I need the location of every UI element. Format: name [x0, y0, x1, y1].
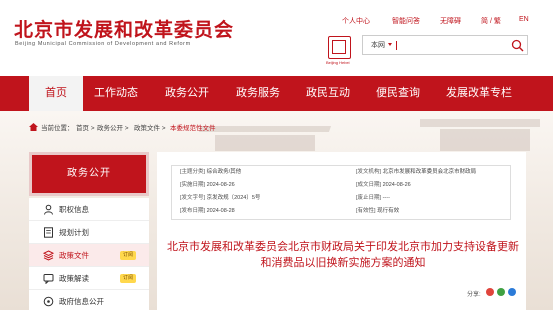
nav-item-work-news[interactable]: 工作动态 [94, 76, 138, 111]
meta-row: [发布日期] 2024-08-28 [有效性] 现行有效 [172, 206, 512, 217]
seal-caption: Beijing Hebei [326, 60, 350, 65]
wechat-icon[interactable] [497, 288, 505, 296]
meta-label: [发布日期] [180, 208, 206, 214]
breadcrumb-gov-affairs[interactable]: 政务公开 > [97, 122, 129, 132]
top-links: 个人中心 智能问答 无障碍 简 / 繁 EN [0, 16, 553, 28]
subscribe-badge[interactable]: 订阅 [120, 274, 137, 283]
search-icon[interactable] [511, 39, 524, 52]
nav-item-lookup[interactable]: 便民查询 [376, 76, 420, 111]
meta-value: 现行有效 [377, 208, 400, 214]
site-subtitle: Beijing Municipal Commission of Developm… [15, 41, 191, 47]
sidebar-item-gov-info[interactable]: 政府信息公开 [29, 290, 149, 310]
breadcrumb-policy-docs[interactable]: 政策文件 > [134, 122, 166, 132]
nav-item-interaction[interactable]: 政民互动 [306, 76, 350, 111]
meta-label: [发文机构] [356, 169, 382, 175]
breadcrumb-home[interactable]: 首页 > [76, 122, 95, 132]
meta-value: 北京市发展和改革委员会北京市财政局 [382, 169, 477, 175]
search-scope-select[interactable]: 本网 [371, 40, 385, 50]
meta-row: [发文字号] 京发改规〔2024〕5号 [废止日期] ---- [172, 193, 512, 204]
sidebar-item-label: 规划计划 [59, 228, 89, 237]
chat-icon [43, 274, 54, 284]
home-icon [29, 123, 38, 131]
meta-value: 京发改规〔2024〕5号 [206, 195, 261, 201]
breadcrumb-current[interactable]: 本委规范性文件 [170, 122, 216, 132]
breadcrumb-prefix: 当前位置： [41, 125, 74, 132]
main-nav: 首页 工作动态 政务公开 政务服务 政民互动 便民查询 发展改革专栏 [0, 76, 553, 111]
qq-icon[interactable] [508, 288, 516, 296]
person-icon [44, 204, 53, 215]
sidebar-item-interpretation[interactable]: 政策解读 订阅 [29, 267, 149, 290]
sidebar-item-authority[interactable]: 职权信息 [29, 198, 149, 221]
meta-value: 2024-08-26 [382, 182, 411, 188]
meta-value: 2024-08-26 [206, 182, 235, 188]
meta-value: 综合政务/其他 [206, 169, 242, 175]
sidebar-item-label: 政策解读 [59, 274, 89, 283]
share-label: 分享: [467, 292, 481, 298]
nav-item-reform-column[interactable]: 发展改革专栏 [446, 76, 512, 111]
stack-icon [43, 250, 54, 261]
sidebar-item-label: 政府信息公开 [59, 297, 104, 306]
meta-label: [成文日期] [356, 182, 382, 188]
subscribe-badge[interactable]: 订阅 [120, 251, 137, 260]
smart-qa-link[interactable]: 智能问答 [392, 16, 420, 26]
nav-item-home[interactable]: 首页 [29, 76, 83, 111]
english-link[interactable]: EN [519, 16, 529, 23]
nav-item-label: 首页 [45, 87, 67, 99]
document-title: 北京市发展和改革委员会北京市财政局关于印发北京市加力支持设备更新和消费品以旧换新… [167, 240, 519, 269]
search-box[interactable]: 本网 [362, 35, 528, 55]
weibo-icon[interactable] [486, 288, 494, 296]
sidebar-header: 政务公开 [29, 152, 149, 196]
personal-center-link[interactable]: 个人中心 [342, 16, 370, 26]
meta-label: [有效性] [356, 208, 376, 214]
meta-label: [废止日期] [356, 195, 382, 201]
sidebar-item-plans[interactable]: 规划计划 [29, 221, 149, 244]
sidebar-item-label: 政策文件 [59, 251, 89, 260]
search-input[interactable] [396, 41, 397, 50]
sidebar-item-policy-docs[interactable]: 政策文件 订阅 [29, 244, 149, 267]
meta-value: 2024-08-28 [206, 208, 235, 214]
accessibility-link[interactable]: 无障碍 [440, 16, 461, 26]
meta-row: [实施日期] 2024-08-26 [成文日期] 2024-08-26 [172, 180, 512, 191]
chevron-down-icon[interactable] [388, 43, 392, 46]
sidebar-title: 政务公开 [67, 168, 111, 179]
meta-value: ---- [382, 195, 390, 201]
meta-label: [实施日期] [180, 182, 206, 188]
sidebar-item-label: 职权信息 [59, 205, 89, 214]
site-header: 北京市发展和改革委员会 Beijing Municipal Commission… [0, 0, 553, 76]
language-toggle-link[interactable]: 简 / 繁 [481, 16, 501, 26]
circle-icon [43, 296, 54, 307]
breadcrumb: 当前位置： 首页 > 政务公开 > 政策文件 > 本委规范性文件 [0, 122, 553, 136]
document-icon [44, 227, 53, 238]
meta-label: [发文字号] [180, 195, 206, 201]
nav-item-gov-affairs[interactable]: 政务公开 [165, 76, 209, 111]
meta-label: [主题分类] [180, 169, 206, 175]
meta-row: [主题分类] 综合政务/其他 [发文机构] 北京市发展和改革委员会北京市财政局 [172, 167, 512, 178]
sidebar: 政务公开 职权信息 规划计划 政策文件 订阅 政策解读 订阅 政府信息公开 [29, 152, 149, 310]
document-meta-table: [主题分类] 综合政务/其他 [发文机构] 北京市发展和改革委员会北京市财政局 … [171, 165, 511, 220]
document-panel: [主题分类] 综合政务/其他 [发文机构] 北京市发展和改革委员会北京市财政局 … [157, 152, 526, 310]
nav-item-gov-services[interactable]: 政务服务 [236, 76, 280, 111]
seal-icon [328, 36, 351, 59]
